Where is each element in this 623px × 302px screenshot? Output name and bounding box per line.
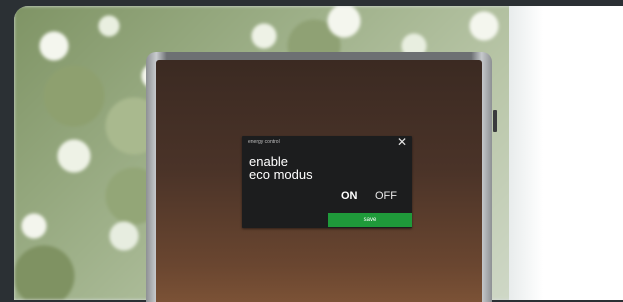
heading-line-2: eco modus (249, 167, 313, 182)
close-icon[interactable]: ✕ (396, 136, 408, 148)
off-toggle-option[interactable]: OFF (375, 190, 397, 202)
device-side-button (493, 110, 497, 132)
on-toggle-option[interactable]: ON (341, 190, 358, 202)
window-light (509, 6, 623, 300)
dialog-title: energy control (248, 139, 280, 145)
energy-control-dialog: energy control ✕ enable eco modus ON OFF… (242, 136, 412, 228)
dialog-heading: enable eco modus (249, 155, 313, 181)
save-button[interactable]: save (328, 213, 412, 227)
